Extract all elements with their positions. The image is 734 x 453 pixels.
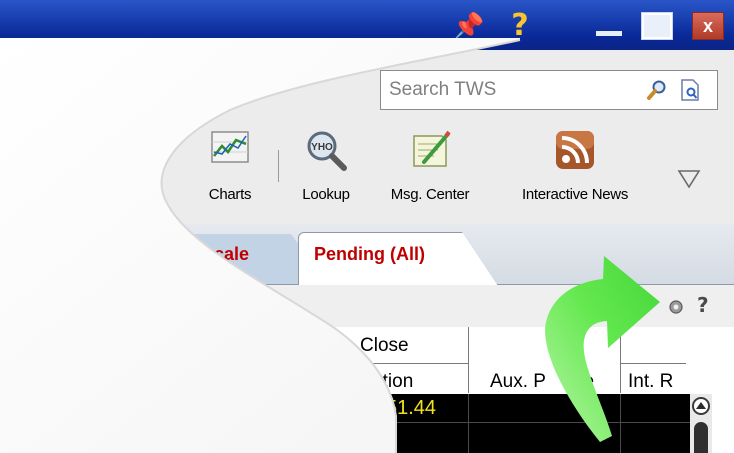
- scroll-up-icon[interactable]: [692, 396, 710, 416]
- toolbar-interactive-news[interactable]: Interactive News: [500, 128, 650, 214]
- vertical-scrollbar[interactable]: [690, 394, 712, 453]
- toolbar-lookup-label: Lookup: [302, 186, 350, 203]
- row2-value[interactable]: 0: [380, 427, 391, 450]
- grid-divider: [468, 394, 469, 453]
- maximize-button[interactable]: [641, 12, 673, 40]
- minimize-button[interactable]: [593, 12, 625, 40]
- toolbar-charts[interactable]: Charts: [196, 128, 264, 214]
- column-int-rate[interactable]: Int. R: [628, 371, 673, 393]
- tab-scale-label: cale: [214, 244, 250, 264]
- search-box[interactable]: [380, 70, 718, 110]
- search-icon[interactable]: [647, 80, 667, 100]
- close-button[interactable]: x: [692, 12, 724, 40]
- map-icon[interactable]: [118, 124, 168, 168]
- tws-window: 📌 ? x Charts: [0, 0, 734, 453]
- grid-body: 51.44 0: [0, 394, 690, 453]
- message-center-icon: [413, 130, 451, 167]
- grid-divider: [620, 363, 686, 364]
- help-icon[interactable]: ?: [508, 11, 532, 41]
- page-search-icon[interactable]: [681, 79, 699, 101]
- toolbar-message-center[interactable]: Msg. Center: [374, 128, 486, 214]
- grid-divider: [316, 363, 468, 364]
- panel-help-icon[interactable]: ?: [697, 293, 709, 317]
- toolbar-separator: [278, 150, 279, 182]
- svg-text:YHO: YHO: [311, 142, 333, 153]
- toolbar-message-center-label: Msg. Center: [390, 186, 470, 203]
- toolbar-charts-label: Charts: [208, 186, 252, 203]
- row-divider: [0, 422, 690, 423]
- column-group-close[interactable]: Close: [360, 335, 409, 357]
- search-input[interactable]: [389, 71, 619, 109]
- column-aux-price-suffix: ce: [574, 371, 595, 392]
- scroll-thumb[interactable]: [694, 422, 708, 453]
- settings-icon[interactable]: [668, 299, 684, 315]
- pin-icon[interactable]: 📌: [452, 12, 484, 40]
- tab-pending-all-label: Pending (All): [314, 244, 425, 264]
- grid-divider: [620, 394, 621, 453]
- toolbar-interactive-news-label: Interactive News: [521, 186, 629, 203]
- panel-header: [0, 285, 734, 327]
- row1-value[interactable]: 51.44: [386, 397, 436, 420]
- toolbar-lookup[interactable]: YHO Lookup: [292, 128, 360, 214]
- chart-icon: [211, 131, 249, 163]
- grid-divider: [316, 327, 317, 343]
- grid-header: Close tination Aux. P ce Int. R: [0, 327, 690, 393]
- column-destination[interactable]: tination: [352, 371, 413, 393]
- rss-icon: [556, 131, 594, 169]
- grid-divider: [468, 327, 469, 393]
- column-aux-price[interactable]: Aux. P: [490, 371, 546, 393]
- more-tools-icon[interactable]: [676, 168, 702, 190]
- grid-divider: [620, 327, 621, 393]
- lookup-icon: YHO: [307, 131, 347, 171]
- title-bar: 📌 ? x: [0, 0, 734, 50]
